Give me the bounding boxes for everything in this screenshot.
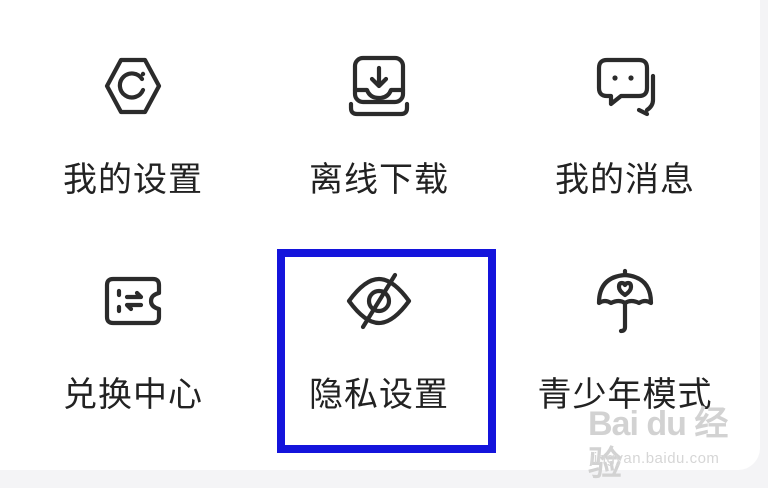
menu-item-label: 离线下载 — [309, 160, 449, 200]
chat-bubbles-icon — [591, 52, 659, 120]
exchange-ticket-icon — [99, 267, 167, 335]
menu-item-offline-download[interactable]: 离线下载 — [264, 0, 494, 200]
menu-item-label: 兑换中心 — [63, 375, 203, 415]
menu-item-label: 隐私设置 — [309, 375, 449, 415]
menu-grid: 我的设置 离线下载 我的消息 兑换中心 隐私设置 青少年模式 — [0, 0, 760, 470]
menu-item-my-messages[interactable]: 我的消息 — [510, 0, 740, 200]
menu-item-redeem-center[interactable]: 兑换中心 — [18, 215, 248, 415]
gear-icon — [99, 52, 167, 120]
menu-item-teen-mode[interactable]: 青少年模式 — [510, 215, 740, 415]
menu-item-my-settings[interactable]: 我的设置 — [18, 0, 248, 200]
menu-item-label: 我的设置 — [63, 160, 203, 200]
menu-item-privacy-settings[interactable]: 隐私设置 — [264, 215, 494, 415]
menu-item-label: 青少年模式 — [537, 375, 713, 415]
menu-item-label: 我的消息 — [555, 160, 695, 200]
download-tray-icon — [345, 52, 413, 120]
eye-off-icon — [345, 267, 413, 335]
umbrella-heart-icon — [591, 267, 659, 335]
